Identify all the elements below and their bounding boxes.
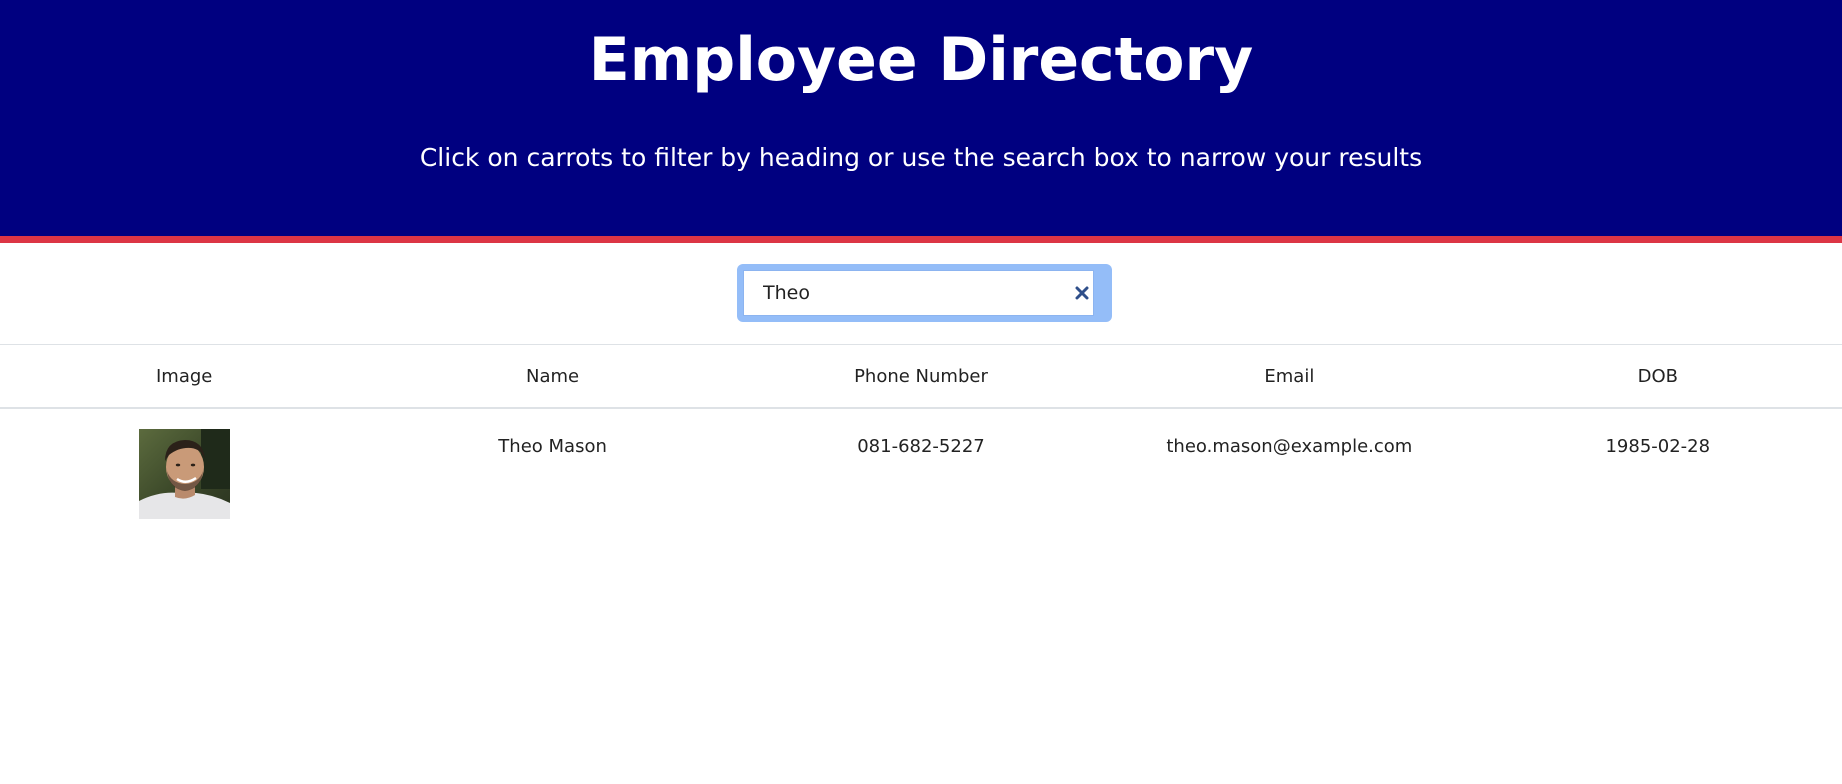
page-subtitle: Click on carrots to filter by heading or…: [419, 143, 1423, 172]
name-cell: Theo Mason: [498, 436, 607, 457]
page-title: Employee Directory: [588, 25, 1254, 95]
table-row: Theo Mason 081-682-5227 theo.mason@examp…: [0, 408, 1842, 524]
column-header-name[interactable]: Name: [368, 344, 737, 409]
column-header-dob[interactable]: DOB: [1473, 344, 1842, 409]
column-header-phone[interactable]: Phone Number: [736, 344, 1106, 409]
search-box: [737, 264, 1112, 322]
page-header: Employee Directory Click on carrots to f…: [0, 0, 1842, 243]
phone-cell: 081-682-5227: [857, 436, 985, 457]
email-cell: theo.mason@example.com: [1166, 436, 1413, 457]
close-icon[interactable]: [1067, 278, 1097, 308]
image-cell: [0, 408, 368, 524]
table-header-row: Image Name Phone Number Email DOB: [0, 344, 1842, 409]
search-input[interactable]: [743, 270, 1094, 316]
dob-cell: 1985-02-28: [1605, 436, 1711, 457]
employee-table: Image Name Phone Number Email DOB Theo M…: [0, 344, 1842, 524]
column-header-image[interactable]: Image: [0, 344, 369, 409]
column-header-email[interactable]: Email: [1105, 344, 1474, 409]
avatar: [138, 429, 230, 519]
